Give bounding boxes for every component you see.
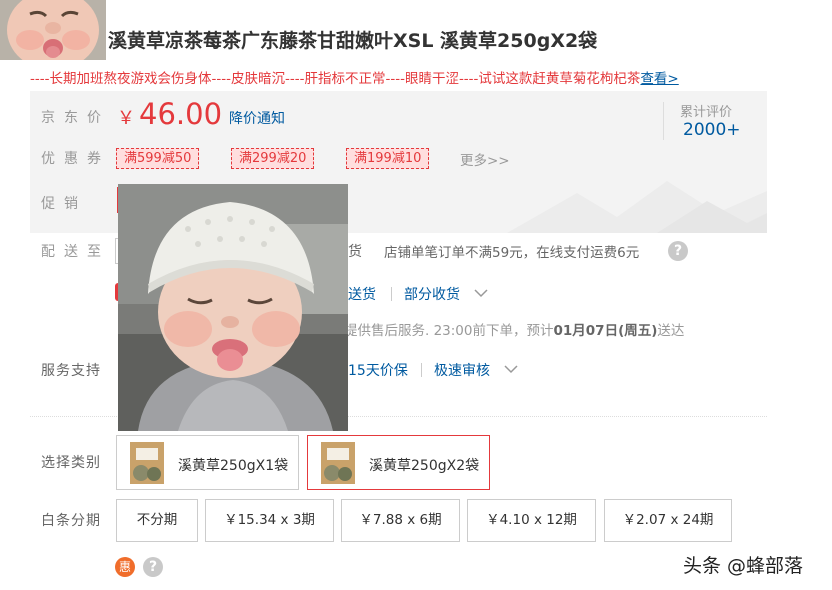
installment-option-24[interactable]: ￥2.07 x 24期 — [604, 499, 732, 542]
coupon-299-20[interactable]: 满299减20 — [231, 148, 315, 169]
coupon-199-10[interactable]: 满199减10 — [346, 148, 430, 169]
chevron-down-icon[interactable] — [472, 284, 490, 302]
review-label: 累计评价 — [680, 105, 733, 120]
review-count-link[interactable]: 2000+ — [683, 120, 741, 140]
installment-option-12[interactable]: ￥4.10 x 12期 — [467, 499, 596, 542]
top-avatar-photo — [0, 0, 106, 60]
fast-review-link[interactable]: 极速审核 — [434, 360, 490, 380]
delivery-estimate-note: 提供售后服务. 23:00前下单，预计01月07日(周五)送达 — [344, 319, 684, 339]
option-separator — [421, 363, 422, 377]
delivery-estimate-prefix: 提供售后服务. 23:00前下单，预计 — [344, 323, 554, 339]
installment-label: 白条分期 — [41, 513, 101, 529]
promo-line: ----长期加班熬夜游戏会伤身体----皮肤暗沉----肝指标不正常----眼睛… — [30, 67, 679, 87]
question-circle-icon[interactable]: ? — [143, 557, 163, 577]
price-drop-notice-link[interactable]: 降价通知 — [229, 108, 285, 128]
product-thumbnail — [321, 442, 355, 484]
question-circle-icon[interactable]: ? — [668, 241, 688, 261]
review-divider — [663, 102, 664, 140]
stock-status: 货 — [348, 244, 362, 260]
watermark: 头条 @蜂部落 — [683, 555, 804, 577]
coupon-label: 优惠券 — [41, 151, 110, 167]
coupon-599-50[interactable]: 满599减50 — [116, 148, 200, 169]
shipping-label: 配送至 — [41, 244, 110, 260]
partial-delivery-link[interactable]: 部分收货 — [404, 284, 460, 304]
delivery-estimate-suffix: 送达 — [657, 323, 685, 339]
overlay-baby-photo — [118, 184, 348, 431]
installment-option-6[interactable]: ￥7.88 x 6期 — [341, 499, 460, 542]
variant-option-1-bag[interactable]: 溪黄草250gX1袋 — [116, 435, 299, 490]
service-support-label: 服务支持 — [41, 363, 101, 379]
delivery-option-link[interactable]: 送货 — [348, 284, 376, 304]
installment-option-none[interactable]: 不分期 — [116, 499, 198, 542]
coupon-more-link[interactable]: 更多>> — [460, 149, 510, 169]
promo-view-link[interactable]: 查看> — [640, 71, 678, 87]
variant-label: 溪黄草250gX1袋 — [178, 458, 289, 474]
product-thumbnail — [130, 442, 164, 484]
promotion-label: 促销 — [41, 196, 87, 212]
price-number: 46.00 — [139, 97, 223, 131]
chevron-down-icon[interactable] — [502, 360, 520, 378]
price-protection-link[interactable]: 15天价保 — [348, 360, 408, 380]
variant-option-2-bags[interactable]: 溪黄草250gX2袋 — [307, 435, 490, 490]
installment-option-3[interactable]: ￥15.34 x 3期 — [205, 499, 334, 542]
currency-symbol: ￥ — [117, 108, 135, 129]
shipping-fee-note: 店铺单笔订单不满59元，在线支付运费6元 — [384, 245, 640, 261]
panel-background-pattern — [507, 181, 767, 233]
variant-label: 溪黄草250gX2袋 — [369, 458, 480, 474]
product-title: 溪黄草凉茶莓茶广东藤茶甘甜嫩叶XSL 溪黄草250gX2袋 — [108, 30, 598, 52]
delivery-estimate-date: 01月07日(周五) — [553, 323, 658, 339]
discount-badge-icon[interactable]: 惠 — [115, 557, 135, 577]
category-label: 选择类别 — [41, 455, 101, 471]
promo-text: ----长期加班熬夜游戏会伤身体----皮肤暗沉----肝指标不正常----眼睛… — [30, 71, 641, 87]
price-value: ￥ 46.00 — [117, 97, 222, 131]
option-separator — [391, 287, 392, 301]
price-label: 京东价 — [41, 110, 110, 126]
